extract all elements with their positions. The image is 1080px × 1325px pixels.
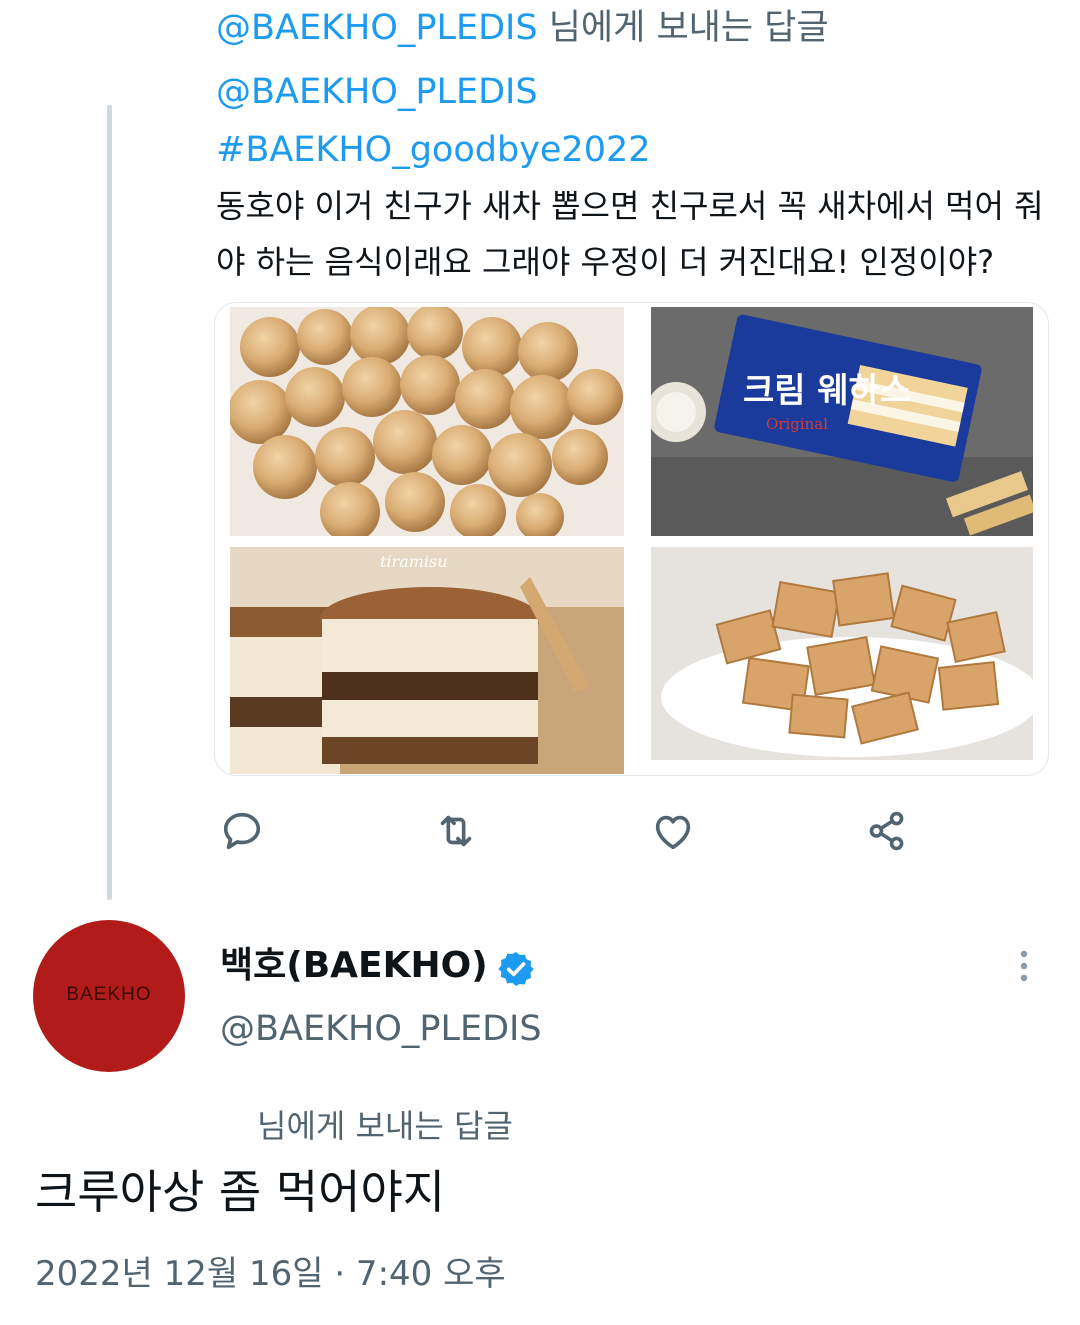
media-image-injeolmi[interactable] bbox=[230, 307, 624, 536]
reply-body-text: 크루아상 좀 먹어야지 bbox=[35, 1165, 446, 1219]
reply-to-handle-link[interactable]: @BAEKHO_PLEDIS bbox=[216, 8, 538, 48]
reply-to-label: 님에게 보내는 답글 bbox=[537, 8, 829, 48]
more-options-button[interactable] bbox=[1006, 946, 1042, 986]
media-image-pastry[interactable] bbox=[651, 547, 1033, 760]
thread-connector-line bbox=[107, 105, 112, 900]
tweet-timestamp[interactable]: 2022년 12월 16일 · 7:40 오후 bbox=[35, 1248, 506, 1300]
injeolmi-rice-cake-photo bbox=[230, 307, 624, 536]
share-button[interactable] bbox=[864, 808, 910, 854]
tweet-body-text: 동호야 이거 친구가 새차 뽑으면 친구로서 꼭 새차에서 먹어 줘야 하는 음… bbox=[216, 187, 1044, 281]
avatar[interactable]: BAEKHO bbox=[33, 920, 185, 1072]
crisp-pastry-photo bbox=[651, 547, 1033, 760]
wafer-tag-label: Original bbox=[766, 415, 828, 433]
verified-badge-icon bbox=[496, 949, 536, 989]
reply-icon bbox=[223, 812, 261, 850]
tweet-media-grid: 크림 웨하스 Original tiramisu bbox=[214, 302, 1049, 776]
avatar-logo-text: BAEKHO bbox=[66, 984, 152, 1005]
tiramisu-caption: tiramisu bbox=[380, 552, 448, 571]
media-image-tiramisu[interactable]: tiramisu bbox=[230, 547, 624, 774]
tiramisu-cup-photo: tiramisu bbox=[230, 547, 624, 774]
media-image-wafers[interactable]: 크림 웨하스 Original bbox=[651, 307, 1033, 536]
reply-to-label: 님에게 보내는 답글 bbox=[257, 1107, 513, 1145]
tweet-mention-link[interactable]: @BAEKHO_PLEDIS bbox=[216, 68, 538, 116]
reply-button[interactable] bbox=[219, 808, 265, 854]
reply-context: @BAEKHO_PLEDIS 님에게 보내는 답글 bbox=[216, 4, 829, 52]
wafer-brand-label: 크림 웨하스 bbox=[743, 371, 911, 411]
retweet-icon bbox=[440, 815, 472, 847]
retweet-button[interactable] bbox=[433, 808, 479, 854]
author-display-name[interactable]: 백호(BAEKHO) bbox=[220, 940, 488, 992]
more-vertical-icon bbox=[1020, 950, 1028, 982]
share-icon bbox=[869, 811, 904, 851]
like-button[interactable] bbox=[650, 808, 696, 854]
tweet-hashtag-link[interactable]: #BAEKHO_goodbye2022 bbox=[216, 126, 651, 174]
heart-icon bbox=[655, 815, 691, 850]
cream-wafers-photo: 크림 웨하스 Original bbox=[651, 307, 1033, 536]
author-handle[interactable]: @BAEKHO_PLEDIS bbox=[220, 1003, 542, 1055]
